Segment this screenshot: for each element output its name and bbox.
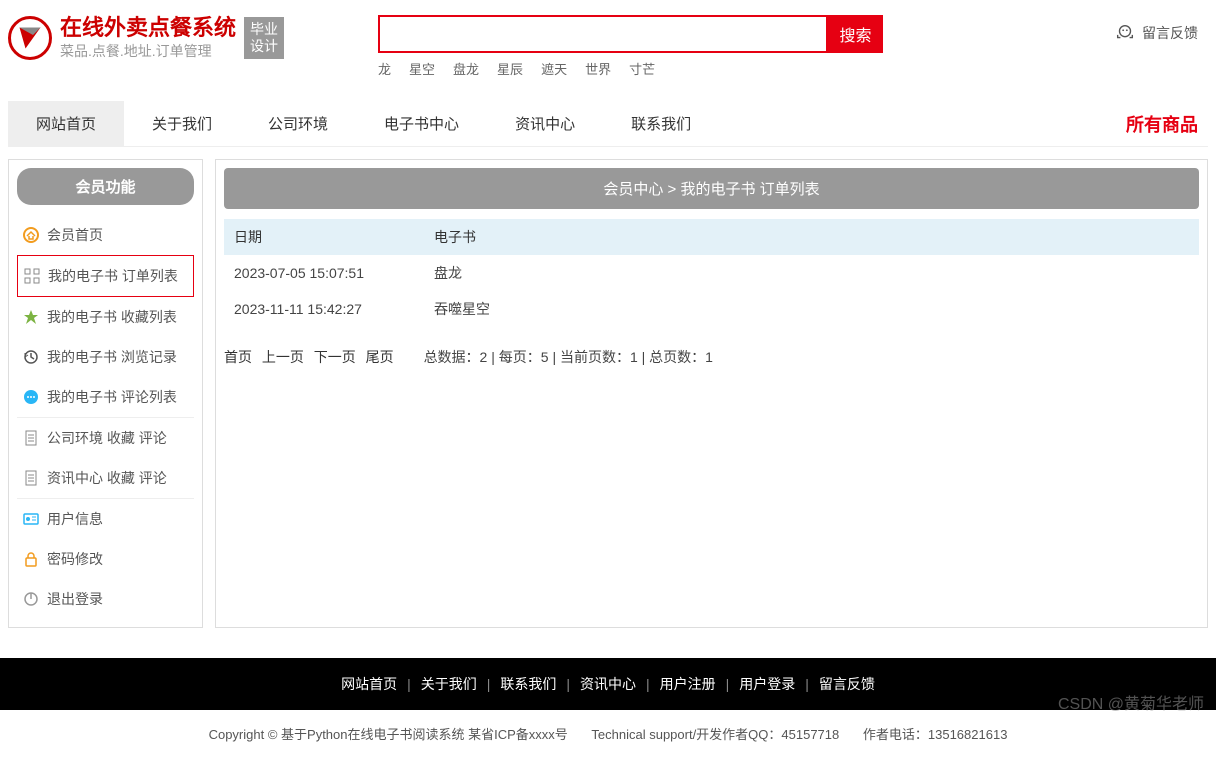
badge: 毕业 设计 [244,17,284,59]
table-header: 电子书 [424,219,1019,255]
grid-icon [24,268,40,284]
hot-word[interactable]: 盘龙 [453,62,479,77]
card-icon [23,511,39,527]
pager-first[interactable]: 首页 [224,349,252,365]
doc-icon [23,430,39,446]
hot-word[interactable]: 遮天 [541,62,567,77]
nav-all-products[interactable]: 所有商品 [1126,111,1208,137]
sidebar-item[interactable]: 资讯中心 收藏 评论 [17,458,194,499]
nav-item[interactable]: 网站首页 [8,101,124,146]
sidebar-item[interactable]: 会员首页 [17,215,194,255]
search-input[interactable] [378,15,828,53]
footer-link[interactable]: 关于我们 [421,676,477,692]
footer-link[interactable]: 网站首页 [341,676,397,692]
feedback-link[interactable]: 留言反馈 [1114,22,1198,44]
comment-icon [23,389,39,405]
hot-word[interactable]: 星辰 [497,62,523,77]
sidebar-item-label: 我的电子书 评论列表 [47,387,177,407]
sidebar-header: 会员功能 [17,168,194,205]
nav-item[interactable]: 电子书中心 [356,101,487,146]
hot-word[interactable]: 龙 [378,62,391,77]
search-button[interactable]: 搜索 [828,15,883,53]
sidebar-item-label: 会员首页 [47,225,103,245]
sidebar-item-label: 我的电子书 收藏列表 [47,307,177,327]
sidebar-item[interactable]: 退出登录 [17,579,194,619]
site-title: 在线外卖点餐系统 [60,15,236,41]
sidebar-item-label: 公司环境 收藏 评论 [47,428,167,448]
breadcrumb: 会员中心 > 我的电子书 订单列表 [224,168,1199,209]
sidebar-item-label: 用户信息 [47,509,103,529]
hot-words: 龙 星空 盘龙 星辰 遮天 世界 寸芒 [378,59,883,78]
pager: 首页 上一页 下一页 尾页 总数据：2 | 每页：5 | 当前页数：1 | 总页… [224,347,1199,367]
nav-item[interactable]: 联系我们 [603,101,719,146]
sidebar-item-label: 我的电子书 浏览记录 [47,347,177,367]
table-row: 2023-07-05 15:07:51盘龙 [224,255,1199,291]
home-icon [23,227,39,243]
nav-item[interactable]: 公司环境 [240,101,356,146]
pager-stats: 总数据：2 | 每页：5 | 当前页数：1 | 总页数：1 [424,349,713,365]
sidebar-item[interactable]: 用户信息 [17,499,194,539]
footer-link[interactable]: 用户注册 [660,676,716,692]
footer-link[interactable]: 用户登录 [739,676,795,692]
footer: 网站首页|关于我们|联系我们|资讯中心|用户注册|用户登录|留言反馈 [0,658,1216,710]
sidebar-item-label: 资讯中心 收藏 评论 [47,468,167,488]
copyright: Copyright © 基于Python在线电子书阅读系统 某省ICP备xxxx… [0,710,1216,757]
lock-icon [23,551,39,567]
table-row: 2023-11-11 15:42:27吞噬星空 [224,291,1199,327]
hot-word[interactable]: 星空 [409,62,435,77]
main-content: 会员中心 > 我的电子书 订单列表 日期电子书 2023-07-05 15:07… [215,159,1208,628]
footer-link[interactable]: 资讯中心 [580,676,636,692]
site-subtitle: 菜品.点餐.地址.订单管理 [60,41,236,61]
main-nav: 网站首页关于我们公司环境电子书中心资讯中心联系我们 所有商品 [8,101,1208,147]
hot-word[interactable]: 寸芒 [629,62,655,77]
sidebar-item-label: 我的电子书 订单列表 [48,266,178,286]
sidebar-item[interactable]: 我的电子书 浏览记录 [17,337,194,377]
sidebar-item[interactable]: 密码修改 [17,539,194,579]
table-header [1019,219,1199,255]
sidebar-item-label: 退出登录 [47,589,103,609]
sidebar-item[interactable]: 我的电子书 订单列表 [17,255,194,297]
table-header: 日期 [224,219,424,255]
hot-word[interactable]: 世界 [585,62,611,77]
logo-area: 在线外卖点餐系统 菜品.点餐.地址.订单管理 毕业 设计 [8,15,368,61]
pager-prev[interactable]: 上一页 [262,349,304,365]
sidebar-item[interactable]: 我的电子书 收藏列表 [17,297,194,337]
pager-next[interactable]: 下一页 [314,349,356,365]
star-icon [23,309,39,325]
power-icon [23,591,39,607]
pager-last[interactable]: 尾页 [366,349,394,365]
nav-item[interactable]: 关于我们 [124,101,240,146]
footer-link[interactable]: 留言反馈 [819,676,875,692]
sidebar-item[interactable]: 公司环境 收藏 评论 [17,418,194,458]
sidebar: 会员功能 会员首页我的电子书 订单列表我的电子书 收藏列表我的电子书 浏览记录我… [8,159,203,628]
doc-icon [23,470,39,486]
footer-link[interactable]: 联系我们 [500,676,556,692]
sidebar-item-label: 密码修改 [47,549,103,569]
orders-table: 日期电子书 2023-07-05 15:07:51盘龙2023-11-11 15… [224,219,1199,327]
headset-icon [1114,22,1136,44]
sidebar-item[interactable]: 我的电子书 评论列表 [17,377,194,418]
nav-item[interactable]: 资讯中心 [487,101,603,146]
history-icon [23,349,39,365]
logo-icon [8,16,52,60]
